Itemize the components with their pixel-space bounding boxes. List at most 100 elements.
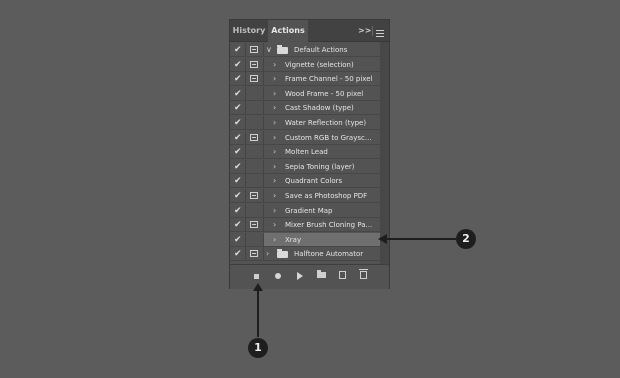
action-row[interactable]: ✔ › Gradient Map xyxy=(230,203,380,219)
chevron-right-icon[interactable]: › xyxy=(273,218,276,232)
action-row[interactable]: ✔ › Sepia Toning (layer) xyxy=(230,159,380,175)
new-action-icon[interactable] xyxy=(339,271,346,279)
action-name-cell[interactable]: › Gradient Map xyxy=(264,204,380,218)
chevron-right-icon[interactable]: › xyxy=(273,116,276,130)
toggle-cell[interactable]: ✔ xyxy=(230,72,246,87)
tab-actions[interactable]: Actions xyxy=(268,20,308,42)
action-name-cell[interactable]: › Vignette (selection) xyxy=(264,58,380,72)
action-row[interactable]: ✔ › Wood Frame - 50 pixel xyxy=(230,86,380,102)
action-row[interactable]: ✔ › Frame Channel - 50 pixel xyxy=(230,72,380,87)
action-row[interactable]: ✔ › Water Reflection (type) xyxy=(230,116,380,131)
toggle-cell[interactable]: ✔ xyxy=(230,189,246,203)
action-name-cell[interactable]: › Quadrant Colors xyxy=(264,174,380,189)
panel-menu-icon[interactable] xyxy=(376,20,386,42)
dialog-toggle-cell[interactable] xyxy=(246,218,264,233)
action-name-cell[interactable]: › Custom RGB to Graysc... xyxy=(264,131,380,145)
chevron-right-icon[interactable]: › xyxy=(273,160,276,174)
toggle-cell[interactable]: ✔ xyxy=(230,116,246,130)
toggle-cell[interactable]: ✔ xyxy=(230,43,246,57)
chevron-right-icon[interactable]: › xyxy=(273,101,276,115)
toggle-cell[interactable]: ✔ xyxy=(230,57,246,72)
action-row[interactable]: ✔ › Cast Shadow (type) xyxy=(230,101,380,116)
dialog-icon[interactable] xyxy=(250,221,258,229)
checkmark-icon[interactable]: ✔ xyxy=(234,146,242,158)
toggle-cell[interactable]: ✔ xyxy=(230,145,246,160)
chevron-right-icon[interactable]: › xyxy=(273,174,276,188)
chevron-right-icon[interactable]: › xyxy=(273,87,276,101)
dialog-toggle-cell[interactable] xyxy=(246,57,264,72)
dialog-toggle-cell[interactable] xyxy=(246,145,264,160)
checkmark-icon[interactable]: ✔ xyxy=(234,190,242,202)
dialog-toggle-cell[interactable] xyxy=(246,101,264,116)
checkmark-icon[interactable]: ✔ xyxy=(234,117,242,129)
dialog-icon[interactable] xyxy=(250,250,258,258)
dialog-toggle-cell[interactable] xyxy=(246,232,264,247)
dialog-toggle-cell[interactable] xyxy=(246,203,264,218)
dialog-icon[interactable] xyxy=(250,133,258,141)
checkmark-icon[interactable]: ✔ xyxy=(234,219,242,231)
action-row[interactable]: ✔ › Vignette (selection) xyxy=(230,57,380,73)
action-row[interactable]: ✔ › Xray xyxy=(230,232,380,248)
toggle-cell[interactable]: ✔ xyxy=(230,232,246,247)
toggle-cell[interactable]: ✔ xyxy=(230,247,246,262)
checkmark-icon[interactable]: ✔ xyxy=(234,44,242,56)
action-name-cell[interactable]: › Water Reflection (type) xyxy=(264,116,380,130)
checkmark-icon[interactable]: ✔ xyxy=(234,132,242,144)
checkmark-icon[interactable]: ✔ xyxy=(234,59,242,71)
record-icon[interactable] xyxy=(275,273,281,279)
toggle-cell[interactable]: ✔ xyxy=(230,174,246,189)
dialog-icon[interactable] xyxy=(250,46,258,53)
chevron-right-icon[interactable]: › xyxy=(273,72,276,86)
action-row[interactable]: ✔ › Molten Lead xyxy=(230,145,380,160)
chevron-right-icon[interactable]: › xyxy=(273,189,276,203)
action-row[interactable]: ✔ › Custom RGB to Graysc... xyxy=(230,130,380,146)
dialog-toggle-cell[interactable] xyxy=(246,247,264,262)
action-name-cell[interactable]: › Molten Lead xyxy=(264,145,380,160)
expand-icon[interactable]: >> xyxy=(358,20,371,42)
dialog-toggle-cell[interactable] xyxy=(246,189,264,203)
chevron-right-icon[interactable]: › xyxy=(273,233,276,247)
dialog-toggle-cell[interactable] xyxy=(246,174,264,189)
scrollbar[interactable] xyxy=(380,42,389,280)
action-name-cell[interactable]: › Mixer Brush Cloning Pa... xyxy=(264,218,380,233)
toggle-cell[interactable]: ✔ xyxy=(230,86,246,101)
action-row[interactable]: ✔ › Mixer Brush Cloning Pa... xyxy=(230,218,380,233)
chevron-down-icon[interactable]: ∨ xyxy=(266,43,272,57)
checkmark-icon[interactable]: ✔ xyxy=(234,248,242,260)
checkmark-icon[interactable]: ✔ xyxy=(234,88,242,100)
dialog-icon[interactable] xyxy=(250,60,258,68)
dialog-toggle-cell[interactable] xyxy=(246,130,264,145)
action-name-cell[interactable]: › Sepia Toning (layer) xyxy=(264,160,380,174)
tab-history[interactable]: History xyxy=(230,20,268,42)
dialog-toggle-cell[interactable] xyxy=(246,116,264,130)
checkmark-icon[interactable]: ✔ xyxy=(234,102,242,114)
checkmark-icon[interactable]: ✔ xyxy=(234,234,242,246)
chevron-right-icon[interactable]: › xyxy=(273,145,276,159)
toggle-cell[interactable]: ✔ xyxy=(230,218,246,233)
action-name-cell[interactable]: › Frame Channel - 50 pixel xyxy=(264,72,380,87)
dialog-icon[interactable] xyxy=(250,192,258,199)
action-name-cell[interactable]: › Xray xyxy=(264,232,380,247)
toggle-cell[interactable]: ✔ xyxy=(230,130,246,145)
dialog-toggle-cell[interactable] xyxy=(246,86,264,101)
dialog-toggle-cell[interactable] xyxy=(246,72,264,87)
toggle-cell[interactable]: ✔ xyxy=(230,101,246,116)
toggle-cell[interactable]: ✔ xyxy=(230,159,246,174)
dialog-toggle-cell[interactable] xyxy=(246,43,264,57)
checkmark-icon[interactable]: ✔ xyxy=(234,161,242,173)
action-set-row[interactable]: ✔ › Halftone Automator xyxy=(230,247,380,262)
action-name-cell[interactable]: › Cast Shadow (type) xyxy=(264,101,380,116)
action-name-cell[interactable]: › Save as Photoshop PDF xyxy=(264,189,380,203)
stop-icon[interactable] xyxy=(254,274,259,279)
trash-icon[interactable] xyxy=(359,269,368,279)
action-row[interactable]: ✔ › Quadrant Colors xyxy=(230,174,380,189)
new-set-icon[interactable] xyxy=(317,270,326,278)
checkmark-icon[interactable]: ✔ xyxy=(234,73,242,85)
action-name-cell[interactable]: ∨ Default Actions xyxy=(264,43,380,57)
action-name-cell[interactable]: › Wood Frame - 50 pixel xyxy=(264,87,380,101)
chevron-right-icon[interactable]: › xyxy=(273,131,276,145)
action-row[interactable]: ✔ › Save as Photoshop PDF xyxy=(230,189,380,204)
chevron-right-icon[interactable]: › xyxy=(266,247,269,261)
chevron-right-icon[interactable]: › xyxy=(273,58,276,72)
toggle-cell[interactable]: ✔ xyxy=(230,203,246,218)
